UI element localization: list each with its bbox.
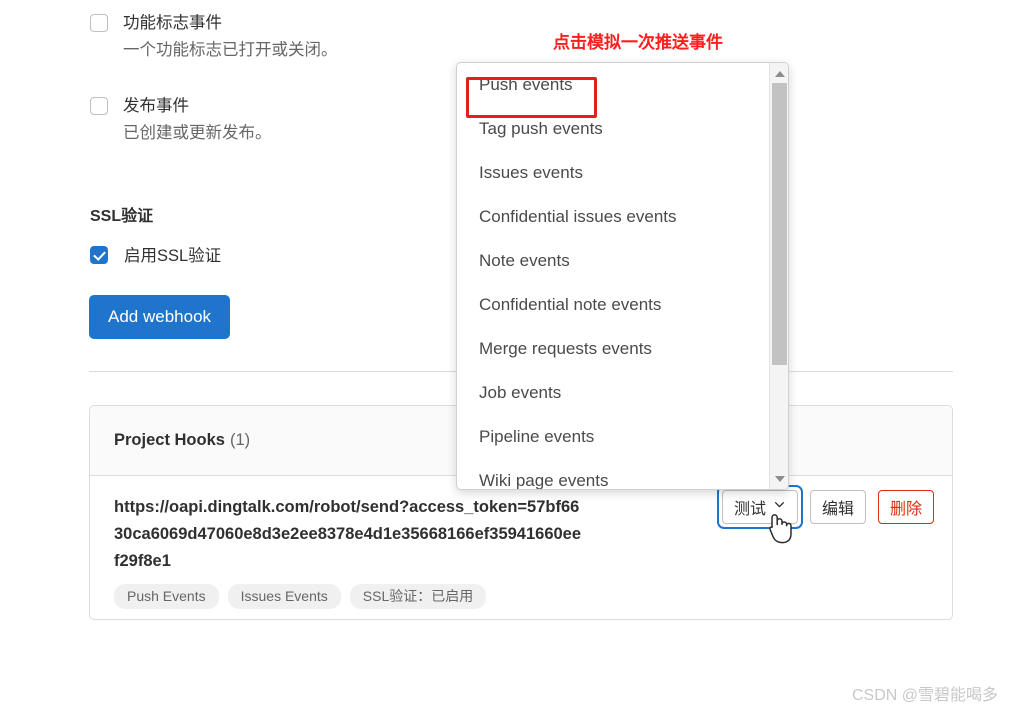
checkbox-feature-flag-events[interactable] [90, 14, 108, 32]
project-hooks-card-body: https://oapi.dingtalk.com/robot/send?acc… [90, 476, 952, 619]
dropdown-item-tag-push-events[interactable]: Tag push events [457, 107, 769, 151]
hook-actions: 测试 编辑 删除 [716, 485, 934, 529]
checkbox-release-events[interactable] [90, 97, 108, 115]
test-hook-button[interactable]: 测试 [721, 490, 798, 524]
delete-hook-button[interactable]: 删除 [877, 490, 934, 524]
project-hooks-title: Project Hooks [114, 431, 225, 449]
dropdown-item-push-events[interactable]: Push events [457, 63, 769, 107]
event-row-feature-flag[interactable]: 功能标志事件 一个功能标志已打开或关闭。 [90, 12, 338, 62]
test-hook-dropdown-menu[interactable]: Push events Tag push events Issues event… [456, 62, 789, 490]
project-hooks-count: (1) [229, 431, 251, 449]
dropdown-item-confidential-note-events[interactable]: Confidential note events [457, 283, 769, 327]
dropdown-item-confidential-issues-events[interactable]: Confidential issues events [457, 195, 769, 239]
ssl-checkbox-label: 启用SSL验证 [124, 247, 222, 265]
dropdown-item-wiki-page-events[interactable]: Wiki page events [457, 459, 769, 489]
triangle-down-icon[interactable] [770, 469, 788, 488]
dropdown-item-note-events[interactable]: Note events [457, 239, 769, 283]
status-badge: Issues Events [227, 584, 341, 609]
dropdown-item-merge-requests-events[interactable]: Merge requests events [457, 327, 769, 371]
dropdown-item-issues-events[interactable]: Issues events [457, 151, 769, 195]
status-badge: SSL验证：已启用 [349, 584, 487, 609]
edit-hook-button[interactable]: 编辑 [809, 490, 866, 524]
event-title: 发布事件 [123, 97, 189, 115]
status-badge: Push Events [114, 584, 219, 609]
test-hook-split-button[interactable]: 测试 [716, 485, 803, 529]
event-description: 已创建或更新发布。 [123, 124, 272, 142]
event-text-block: 发布事件 已创建或更新发布。 [123, 95, 272, 145]
event-text-block: 功能标志事件 一个功能标志已打开或关闭。 [123, 12, 338, 62]
ssl-section-title: SSL验证 [90, 208, 154, 225]
csdn-watermark: CSDN @雪碧能喝多 [852, 687, 999, 704]
scrollbar-thumb[interactable] [772, 83, 787, 365]
checkbox-enable-ssl-verification[interactable] [90, 246, 108, 264]
dropdown-item-list: Push events Tag push events Issues event… [457, 63, 769, 489]
ssl-checkbox-row[interactable]: 启用SSL验证 [90, 242, 221, 266]
dropdown-item-job-events[interactable]: Job events [457, 371, 769, 415]
event-row-release[interactable]: 发布事件 已创建或更新发布。 [90, 95, 272, 145]
hook-badge-list: Push Events Issues Events SSL验证：已启用 [114, 584, 928, 609]
dropdown-item-pipeline-events[interactable]: Pipeline events [457, 415, 769, 459]
page-root: 功能标志事件 一个功能标志已打开或关闭。 发布事件 已创建或更新发布。 SSL验… [0, 0, 1036, 710]
hook-url: https://oapi.dingtalk.com/robot/send?acc… [114, 498, 582, 570]
event-title: 功能标志事件 [123, 14, 222, 32]
triangle-up-icon[interactable] [770, 64, 788, 83]
annotation-text: 点击模拟一次推送事件 [553, 33, 723, 52]
test-hook-label: 测试 [733, 501, 766, 518]
event-description: 一个功能标志已打开或关闭。 [123, 41, 338, 59]
dropdown-scrollbar[interactable] [769, 63, 788, 489]
add-webhook-button[interactable]: Add webhook [89, 295, 231, 339]
chevron-down-icon [773, 498, 786, 516]
